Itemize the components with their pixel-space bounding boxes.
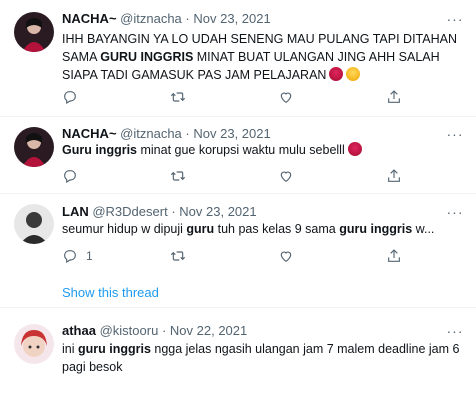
reply-icon — [64, 170, 76, 184]
reply-icon — [64, 91, 76, 105]
action-bar: 1 — [62, 247, 422, 265]
avatar[interactable] — [14, 127, 54, 167]
tweet-header: LAN @R3Ddesert · Nov 23, 2021 — [62, 203, 257, 221]
heart-icon — [280, 92, 292, 104]
display-name[interactable]: athaa — [62, 323, 96, 338]
text-run: ini — [62, 342, 78, 356]
retweet-button[interactable] — [170, 167, 194, 185]
text-run: minat gue korupsi waktu mulu sebelll — [137, 143, 345, 157]
text-run: w... — [412, 222, 435, 236]
avatar[interactable] — [14, 12, 54, 52]
reply-icon — [64, 250, 76, 264]
reply-button[interactable]: 1 — [62, 247, 93, 265]
like-button[interactable] — [278, 167, 302, 185]
share-icon — [388, 90, 400, 103]
angry-face-icon — [329, 67, 344, 81]
action-bar — [62, 88, 422, 106]
highlighted-term: guru inggris — [339, 222, 413, 236]
handle[interactable]: @R3Ddesert — [92, 204, 167, 219]
tweet-3[interactable]: LAN @R3Ddesert · Nov 23, 2021 ··· seumur… — [0, 194, 476, 308]
avatar[interactable] — [14, 204, 54, 244]
heart-icon — [280, 251, 292, 263]
separator-dot: · — [171, 204, 176, 219]
heart-icon — [280, 171, 292, 183]
action-bar — [62, 167, 422, 185]
tweet-header: athaa @kistooru · Nov 22, 2021 — [62, 322, 247, 340]
reply-count: 1 — [86, 249, 93, 263]
separator-dot: · — [161, 323, 167, 338]
highlighted-term: GURU INGGRIS — [100, 50, 194, 64]
tweet-text: Guru inggris minat gue korupsi waktu mul… — [62, 141, 466, 159]
share-icon — [388, 249, 400, 262]
timestamp[interactable]: Nov 23, 2021 — [193, 126, 270, 141]
display-name[interactable]: NACHA~ — [62, 126, 117, 141]
highlighted-term: guru — [186, 222, 215, 236]
weary-face-icon — [346, 67, 361, 81]
retweet-icon — [170, 251, 186, 261]
angry-face-icon — [347, 142, 362, 156]
highlighted-term: Guru inggris — [62, 143, 137, 157]
text-run: tuh pas kelas 9 sama — [214, 222, 340, 236]
tweet-text: IHH BAYANGIN YA LO UDAH SENENG MAU PULAN… — [62, 30, 466, 84]
like-button[interactable] — [278, 88, 302, 106]
retweet-icon — [170, 92, 186, 102]
show-thread-link[interactable]: Show this thread — [62, 285, 159, 300]
tweet-text: ini guru inggris ngga jelas ngasih ulang… — [62, 340, 466, 376]
highlighted-term: guru inggris — [77, 342, 151, 356]
tweet-header: NACHA~ @itznacha · Nov 23, 2021 — [62, 10, 271, 28]
retweet-button[interactable] — [170, 88, 194, 106]
display-name[interactable]: NACHA~ — [62, 11, 117, 26]
reply-button[interactable] — [62, 88, 86, 106]
tweet-1[interactable]: NACHA~ @itznacha · Nov 23, 2021 ··· IHH … — [0, 0, 476, 117]
retweet-button[interactable] — [170, 247, 194, 265]
share-button[interactable] — [386, 167, 402, 185]
share-button[interactable] — [386, 247, 402, 265]
separator-dot: · — [185, 126, 190, 141]
reply-button[interactable] — [62, 167, 86, 185]
tweet-text: seumur hidup w dipuji guru tuh pas kelas… — [62, 220, 466, 238]
like-button[interactable] — [278, 247, 302, 265]
timestamp[interactable]: Nov 23, 2021 — [193, 11, 270, 26]
tweet-4[interactable]: athaa @kistooru · Nov 22, 2021 ··· ini g… — [0, 308, 476, 412]
handle[interactable]: @kistooru — [100, 323, 159, 338]
handle[interactable]: @itznacha — [120, 11, 182, 26]
separator-dot: · — [185, 11, 190, 26]
timestamp[interactable]: Nov 22, 2021 — [170, 323, 247, 338]
text-run: seumur hidup w dipuji — [62, 222, 187, 236]
tweet-2[interactable]: NACHA~ @itznacha · Nov 23, 2021 ··· Guru… — [0, 117, 476, 194]
display-name[interactable]: LAN — [62, 204, 89, 219]
handle[interactable]: @itznacha — [120, 126, 182, 141]
share-icon — [388, 169, 400, 182]
retweet-icon — [170, 171, 186, 181]
timestamp[interactable]: Nov 23, 2021 — [179, 204, 256, 219]
share-button[interactable] — [386, 88, 402, 106]
avatar[interactable] — [14, 324, 54, 364]
